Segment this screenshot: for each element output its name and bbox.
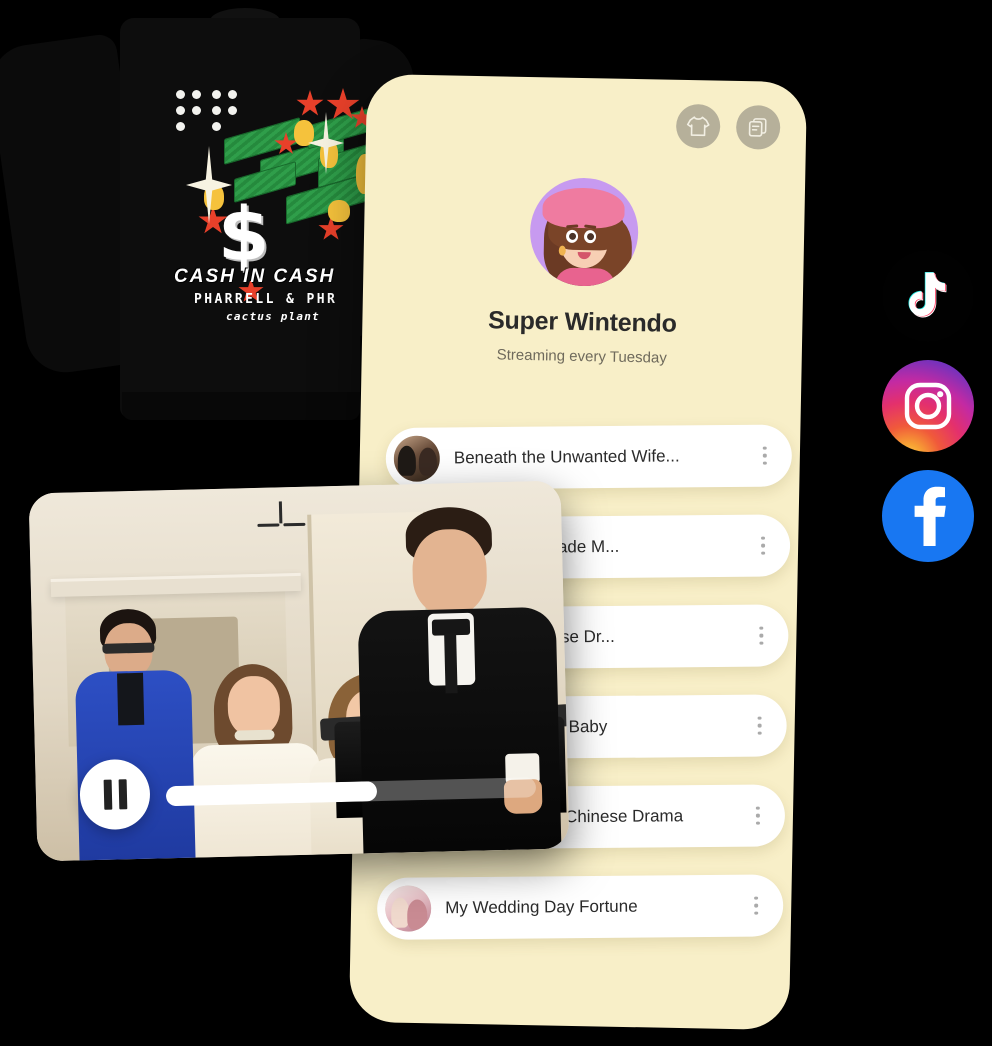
- dot-grid-decoration: [176, 90, 237, 142]
- profile-section: Super Wintendo Streaming every Tuesday: [362, 174, 806, 369]
- facebook-link[interactable]: [882, 470, 974, 562]
- thumbnail: [384, 885, 432, 932]
- coin-icon: [328, 200, 350, 222]
- list-item[interactable]: Beneath the Unwanted Wife...: [385, 424, 793, 490]
- list-item-label: My Wedding Day Fortune: [445, 896, 638, 918]
- more-options-icon[interactable]: [752, 626, 770, 645]
- phone-top-actions: [675, 103, 781, 150]
- instagram-link[interactable]: [882, 360, 974, 452]
- video-player-card[interactable]: [28, 480, 570, 862]
- documents-icon: [748, 118, 767, 137]
- star-icon: [296, 90, 324, 116]
- more-options-icon[interactable]: [756, 446, 774, 465]
- merch-button[interactable]: [675, 103, 721, 149]
- page-title: Super Wintendo: [487, 306, 677, 338]
- thumbnail: [393, 435, 441, 482]
- facebook-icon: [914, 486, 946, 546]
- tshirt-icon: [686, 116, 710, 137]
- sweatshirt-hem: [122, 392, 360, 420]
- list-item[interactable]: My Wedding Day Fortune: [376, 874, 784, 940]
- dollar-sign-icon: $: [218, 192, 269, 278]
- person-figure: [349, 505, 567, 854]
- sweatshirt-graphic-print: $ CASH IN CASH PHARRELL & PHR cactus pla…: [168, 88, 376, 323]
- composite-scene: $ CASH IN CASH PHARRELL & PHR cactus pla…: [0, 0, 992, 1046]
- coin-icon: [294, 120, 314, 146]
- print-line-1: CASH IN CASH: [174, 266, 336, 287]
- more-options-icon[interactable]: [747, 896, 765, 915]
- more-options-icon[interactable]: [749, 806, 767, 825]
- profile-subtitle: Streaming every Tuesday: [496, 346, 667, 367]
- merch-sweatshirt-photo: $ CASH IN CASH PHARRELL & PHR cactus pla…: [0, 0, 419, 470]
- episodes-button[interactable]: [735, 104, 781, 150]
- social-links: [882, 250, 974, 562]
- instagram-icon: [904, 382, 952, 430]
- list-item-label: Beneath the Unwanted Wife...: [453, 446, 680, 468]
- more-options-icon[interactable]: [754, 536, 772, 555]
- print-line-3: cactus plant: [226, 310, 320, 323]
- tiktok-link[interactable]: [882, 250, 974, 342]
- print-line-2: PHARRELL & PHR: [194, 292, 338, 307]
- more-options-icon[interactable]: [751, 716, 769, 735]
- avatar: [529, 177, 640, 288]
- tiktok-icon: [908, 272, 947, 318]
